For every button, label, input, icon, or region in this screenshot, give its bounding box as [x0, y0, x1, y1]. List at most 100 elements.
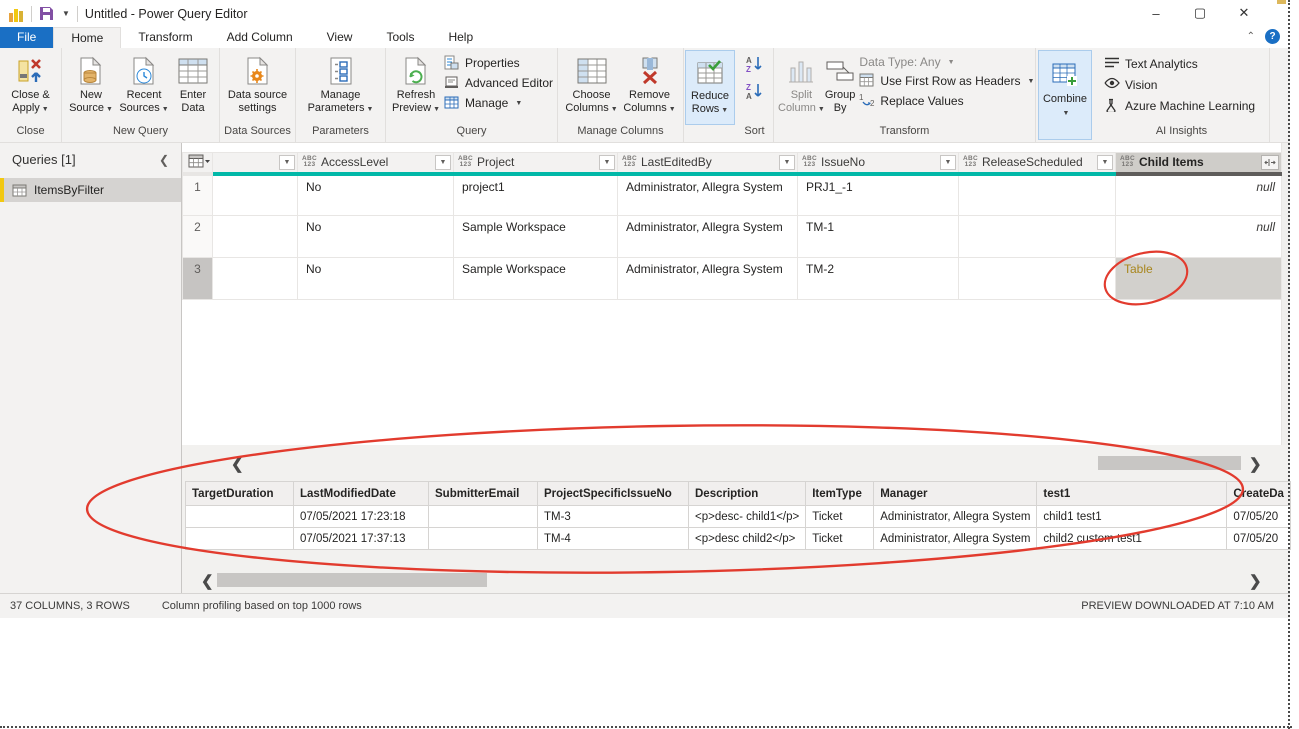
- vision-button[interactable]: Vision: [1104, 77, 1157, 93]
- preview-cell[interactable]: [186, 506, 294, 528]
- preview-cell[interactable]: TM-3: [538, 506, 689, 528]
- expand-column-icon[interactable]: [1261, 155, 1279, 170]
- column-header-releasescheduled[interactable]: ABC123 ReleaseScheduled ▼: [959, 153, 1116, 174]
- close-button[interactable]: ✕: [1222, 0, 1266, 26]
- column-header-unnamed[interactable]: ▼: [213, 153, 298, 174]
- preview-header-test1[interactable]: test1: [1037, 482, 1227, 506]
- grid-cell[interactable]: TM-2: [798, 258, 959, 300]
- tab-help[interactable]: Help: [431, 27, 490, 48]
- refresh-preview-button[interactable]: Refresh Preview▼: [390, 50, 442, 116]
- data-type-button[interactable]: Data Type: Any ▼: [859, 55, 1034, 69]
- preview-cell[interactable]: 07/05/20: [1227, 528, 1291, 550]
- enter-data-button[interactable]: Enter Data: [172, 50, 214, 114]
- grid-cell[interactable]: [213, 216, 298, 258]
- preview-header-submitteremail[interactable]: SubmitterEmail: [429, 482, 538, 506]
- use-first-row-as-headers-button[interactable]: Use First Row as Headers ▼: [859, 73, 1034, 89]
- sort-descending-button[interactable]: ZA: [744, 81, 766, 104]
- manage-parameters-button[interactable]: Manage Parameters▼: [300, 50, 381, 116]
- preview-cell[interactable]: <p>desc- child1</p>: [689, 506, 806, 528]
- preview-header-manager[interactable]: Manager: [874, 482, 1037, 506]
- filter-dropdown-icon[interactable]: ▼: [940, 155, 956, 170]
- properties-button[interactable]: Properties: [444, 55, 553, 71]
- row-number[interactable]: 3: [183, 258, 213, 300]
- preview-header-itemtype[interactable]: ItemType: [806, 482, 874, 506]
- filter-dropdown-icon[interactable]: ▼: [779, 155, 795, 170]
- grid-cell[interactable]: [959, 258, 1116, 300]
- choose-columns-button[interactable]: Choose Columns▼: [563, 50, 621, 116]
- grid-cell[interactable]: Sample Workspace: [454, 216, 618, 258]
- scroll-left-icon[interactable]: ❮: [231, 457, 244, 472]
- preview-cell[interactable]: 07/05/2021 17:37:13: [294, 528, 429, 550]
- preview-cell[interactable]: TM-4: [538, 528, 689, 550]
- column-header-project[interactable]: ABC123 Project ▼: [454, 153, 618, 174]
- preview-cell[interactable]: child1 test1: [1037, 506, 1227, 528]
- grid-cell[interactable]: No: [298, 174, 454, 216]
- preview-cell[interactable]: [429, 528, 538, 550]
- preview-header-lastmodifieddate[interactable]: LastModifiedDate: [294, 482, 429, 506]
- status-profiling[interactable]: Column profiling based on top 1000 rows: [162, 600, 362, 612]
- quick-access-dropdown-icon[interactable]: ▼: [62, 9, 70, 18]
- grid-cell[interactable]: [959, 216, 1116, 258]
- sort-ascending-button[interactable]: AZ: [744, 54, 766, 77]
- row-number[interactable]: 1: [183, 174, 213, 216]
- split-column-button[interactable]: Split Column▼: [778, 50, 825, 116]
- remove-columns-button[interactable]: Remove Columns▼: [621, 50, 679, 116]
- grid-cell[interactable]: No: [298, 258, 454, 300]
- preview-cell[interactable]: Administrator, Allegra System: [874, 528, 1037, 550]
- advanced-editor-button[interactable]: Advanced Editor: [444, 75, 553, 91]
- combine-button[interactable]: Combine▼: [1039, 51, 1091, 139]
- grid-cell[interactable]: Administrator, Allegra System: [618, 216, 798, 258]
- filter-dropdown-icon[interactable]: ▼: [279, 155, 295, 170]
- tab-home[interactable]: Home: [53, 27, 121, 48]
- preview-header-targetduration[interactable]: TargetDuration: [186, 482, 294, 506]
- preview-cell[interactable]: child2 custom test1: [1037, 528, 1227, 550]
- help-icon[interactable]: ?: [1265, 29, 1280, 44]
- preview-cell[interactable]: [186, 528, 294, 550]
- preview-header-description[interactable]: Description: [689, 482, 806, 506]
- preview-cell[interactable]: Ticket: [806, 528, 874, 550]
- grid-corner-cell[interactable]: [183, 153, 213, 174]
- grid-cell[interactable]: Sample Workspace: [454, 258, 618, 300]
- preview-cell[interactable]: <p>desc child2</p>: [689, 528, 806, 550]
- query-item-itemsbyfilter[interactable]: ItemsByFilter: [0, 178, 181, 202]
- recent-sources-button[interactable]: Recent Sources▼: [116, 50, 172, 116]
- grid-cell[interactable]: [213, 258, 298, 300]
- grid-cell[interactable]: Administrator, Allegra System: [618, 174, 798, 216]
- grid-cell-null[interactable]: null: [1116, 174, 1282, 216]
- grid-cell-null[interactable]: null: [1116, 216, 1282, 258]
- grid-cell-table-link[interactable]: Table: [1116, 258, 1282, 300]
- tab-file[interactable]: File: [0, 27, 53, 48]
- collapse-pane-icon[interactable]: ❮: [159, 153, 169, 167]
- preview-cell[interactable]: Administrator, Allegra System: [874, 506, 1037, 528]
- preview-header-createdate[interactable]: CreateDa: [1227, 482, 1291, 506]
- save-icon[interactable]: [39, 6, 55, 22]
- azure-machine-learning-button[interactable]: Azure Machine Learning: [1104, 98, 1255, 114]
- row-number[interactable]: 2: [183, 216, 213, 258]
- grid-cell[interactable]: Administrator, Allegra System: [618, 258, 798, 300]
- new-source-button[interactable]: New Source▼: [66, 50, 116, 116]
- reduce-rows-button[interactable]: Reduce Rows▼: [687, 51, 733, 117]
- tab-tools[interactable]: Tools: [369, 27, 431, 48]
- tab-add-column[interactable]: Add Column: [210, 27, 310, 48]
- tab-transform[interactable]: Transform: [121, 27, 209, 48]
- grid-cell[interactable]: No: [298, 216, 454, 258]
- text-analytics-button[interactable]: Text Analytics: [1104, 56, 1198, 72]
- filter-dropdown-icon[interactable]: ▼: [599, 155, 615, 170]
- grid-cell[interactable]: [959, 174, 1116, 216]
- minimize-button[interactable]: –: [1134, 0, 1178, 26]
- scroll-right-icon[interactable]: ❯: [1249, 457, 1262, 472]
- preview-cell[interactable]: 07/05/20: [1227, 506, 1291, 528]
- preview-cell[interactable]: Ticket: [806, 506, 874, 528]
- collapse-ribbon-icon[interactable]: ⌃: [1247, 31, 1255, 42]
- replace-values-button[interactable]: 12 Replace Values: [859, 93, 1034, 109]
- grid-cell[interactable]: [213, 174, 298, 216]
- maximize-button[interactable]: ▢: [1178, 0, 1222, 26]
- tab-view[interactable]: View: [310, 27, 370, 48]
- grid-cell[interactable]: TM-1: [798, 216, 959, 258]
- scroll-left-icon[interactable]: ❮: [201, 574, 214, 589]
- filter-dropdown-icon[interactable]: ▼: [435, 155, 451, 170]
- column-header-child-items[interactable]: ABC123 Child Items: [1116, 153, 1282, 174]
- column-header-lasteditedby[interactable]: ABC123 LastEditedBy ▼: [618, 153, 798, 174]
- scroll-right-icon[interactable]: ❯: [1249, 574, 1262, 589]
- column-header-accesslevel[interactable]: ABC123 AccessLevel ▼: [298, 153, 454, 174]
